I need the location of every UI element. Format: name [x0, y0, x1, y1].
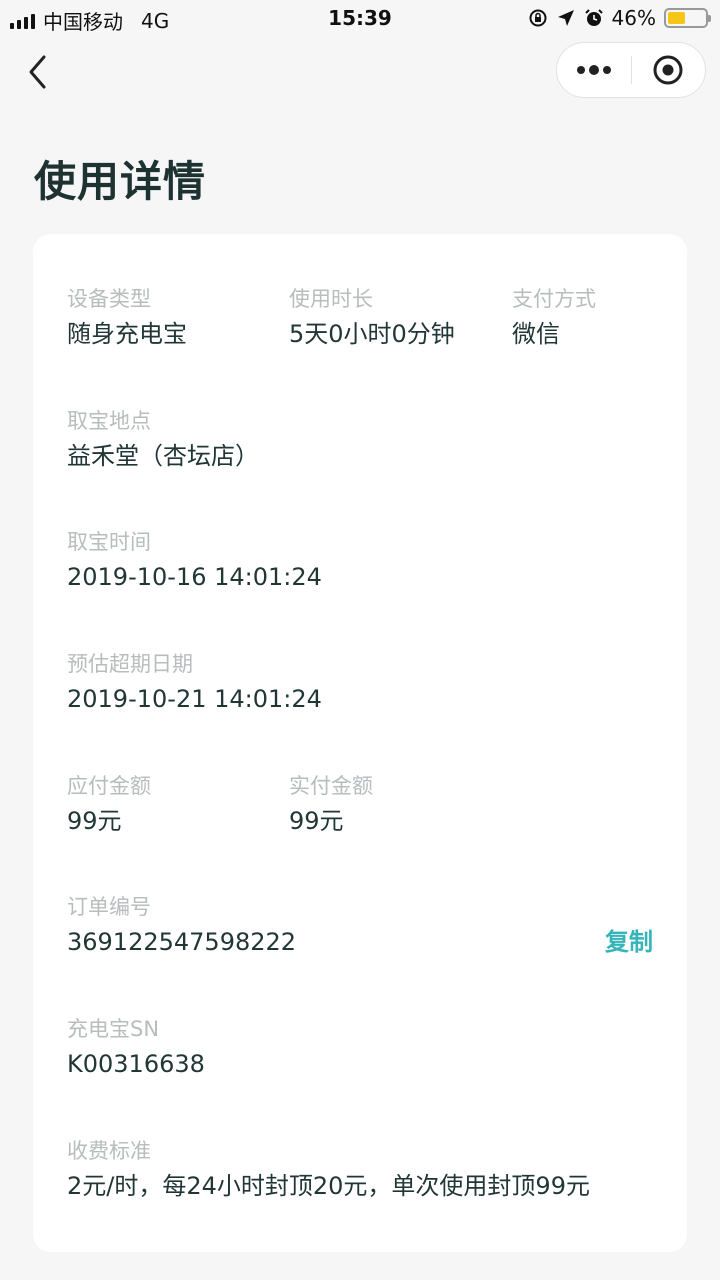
pickup-time-value: 2019-10-16 14:01:24 — [67, 563, 322, 591]
alarm-icon — [584, 9, 603, 26]
rotation-lock-icon — [529, 9, 547, 27]
pickup-location-field: 取宝地点 益禾堂（杏坛店） — [67, 406, 259, 474]
mini-program-capsule — [556, 42, 706, 98]
battery-fill — [668, 12, 685, 24]
more-dots-icon — [576, 65, 611, 75]
target-circle-icon — [653, 55, 683, 85]
close-button[interactable] — [632, 43, 706, 97]
powerbank-sn-label: 充电宝SN — [67, 1017, 160, 1041]
payment-method-field: 支付方式 微信 — [512, 284, 596, 352]
battery-percent: 46% — [611, 6, 656, 30]
pickup-time-label: 取宝时间 — [67, 530, 151, 554]
order-number-label: 订单编号 — [67, 895, 151, 919]
powerbank-sn-value: K00316638 — [67, 1050, 205, 1078]
pricing-label: 收费标准 — [67, 1139, 151, 1163]
copy-order-button[interactable]: 复制 — [605, 924, 653, 960]
overdue-date-field: 预估超期日期 2019-10-21 14:01:24 — [67, 649, 322, 717]
pickup-time-field: 取宝时间 2019-10-16 14:01:24 — [67, 527, 322, 595]
status-right: 46% — [528, 6, 711, 30]
amount-due-value: 99元 — [67, 807, 122, 835]
amount-paid-label: 实付金额 — [289, 774, 373, 798]
overdue-date-label: 预估超期日期 — [67, 652, 193, 676]
chevron-left-icon — [29, 55, 46, 89]
amount-paid-field: 实付金额 99元 — [289, 771, 373, 839]
battery-icon — [664, 8, 711, 28]
amount-paid-value: 99元 — [289, 807, 344, 835]
overdue-date-value: 2019-10-21 14:01:24 — [67, 685, 322, 713]
payment-method-label: 支付方式 — [512, 287, 596, 311]
details-card: 设备类型 随身充电宝 使用时长 5天0小时0分钟 支付方式 微信 取宝地点 益禾… — [33, 234, 687, 1252]
pricing-value: 2元/时，每24小时封顶20元，单次使用封顶99元 — [67, 1172, 590, 1200]
order-number-value: 369122547598222 — [67, 928, 297, 956]
duration-label: 使用时长 — [289, 287, 373, 311]
device-type-value: 随身充电宝 — [67, 320, 187, 348]
pricing-field: 收费标准 2元/时，每24小时封顶20元，单次使用封顶99元 — [67, 1136, 590, 1204]
amount-due-field: 应付金额 99元 — [67, 771, 151, 839]
back-button[interactable] — [18, 52, 58, 92]
page-title: 使用详情 — [34, 157, 207, 206]
powerbank-sn-field: 充电宝SN K00316638 — [67, 1014, 205, 1082]
device-type-field: 设备类型 随身充电宝 — [67, 284, 187, 352]
duration-field: 使用时长 5天0小时0分钟 — [289, 284, 455, 352]
location-arrow-icon — [557, 10, 574, 26]
device-type-label: 设备类型 — [67, 287, 151, 311]
amount-due-label: 应付金额 — [67, 774, 151, 798]
status-bar: 中国移动 4G 15:39 46% — [0, 0, 720, 36]
more-button[interactable] — [557, 43, 631, 97]
payment-method-value: 微信 — [512, 320, 560, 348]
pickup-location-value: 益禾堂（杏坛店） — [67, 442, 259, 470]
duration-value: 5天0小时0分钟 — [289, 320, 455, 348]
order-number-field: 订单编号 369122547598222 — [67, 892, 296, 960]
pickup-location-label: 取宝地点 — [67, 409, 151, 433]
